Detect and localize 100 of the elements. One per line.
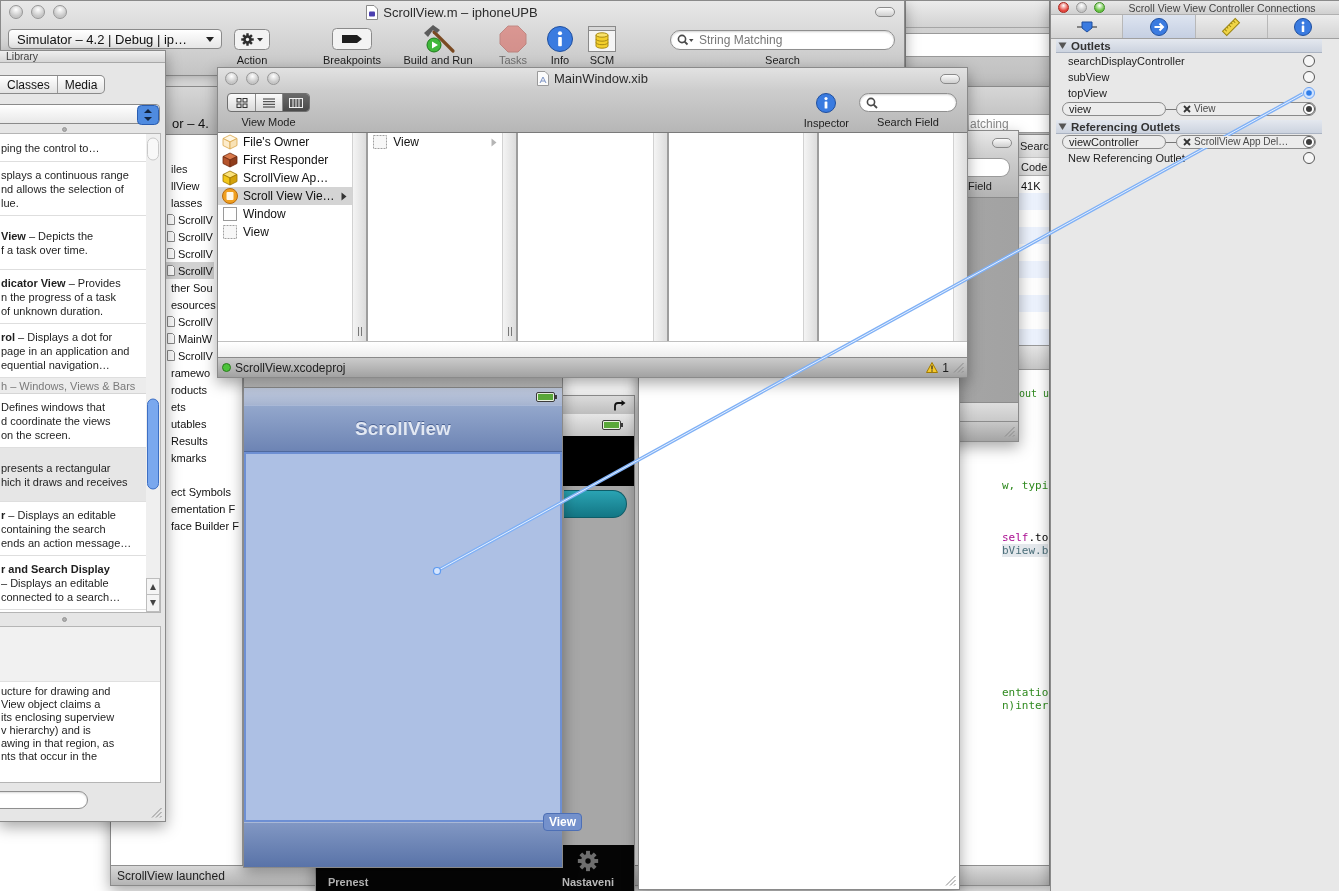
action-menu-button[interactable]: Action xyxy=(234,24,270,66)
tree-item[interactable]: ScrollV xyxy=(165,262,214,279)
inspector-tab[interactable] xyxy=(1051,15,1124,38)
browser-item[interactable]: View xyxy=(368,133,503,151)
tree-item[interactable]: roducts xyxy=(165,381,209,398)
tree-item[interactable]: utables xyxy=(165,415,208,432)
connection-endpoint-icon[interactable] xyxy=(432,566,442,576)
item-description: splays a continuous range nd allows the selection of lue. xyxy=(1,167,130,210)
close-button[interactable] xyxy=(225,72,238,85)
horizontal-scroller[interactable] xyxy=(218,341,967,357)
close-button[interactable] xyxy=(1058,2,1069,13)
outlet-circle-icon[interactable] xyxy=(1303,152,1315,164)
tree-item[interactable]: ets xyxy=(165,398,187,415)
tree-item[interactable]: ementation F xyxy=(165,500,237,517)
remove-icon[interactable] xyxy=(1183,105,1191,113)
tree-item[interactable]: ScrollV xyxy=(165,245,214,262)
tree-item[interactable]: ScrollV xyxy=(165,313,214,330)
splitter-bar[interactable] xyxy=(960,402,1018,421)
search-field[interactable] xyxy=(859,93,957,112)
splitter-handle-icon[interactable] xyxy=(62,617,67,622)
resize-grip-icon[interactable] xyxy=(953,362,964,373)
tree-item[interactable]: lasses xyxy=(165,194,204,211)
segment-tab[interactable]: Media xyxy=(56,76,105,93)
column-scroller[interactable] xyxy=(502,133,517,341)
remove-icon[interactable] xyxy=(1183,138,1191,146)
browser-item[interactable]: Scroll View Vie… xyxy=(218,187,353,205)
minimize-button[interactable] xyxy=(1076,2,1087,13)
text-field[interactable] xyxy=(906,33,1049,57)
tree-item[interactable]: Results xyxy=(165,432,209,449)
breakpoints-button[interactable]: Breakpoints xyxy=(322,24,382,66)
library-item[interactable]: presents a rectangular hich it draws and receives xyxy=(0,448,146,502)
columns-icon xyxy=(289,97,303,108)
inspector-tab[interactable] xyxy=(1123,15,1196,38)
rounded-bar[interactable] xyxy=(564,490,627,518)
document-icon xyxy=(537,71,550,86)
close-button[interactable] xyxy=(9,5,23,19)
window-icon xyxy=(222,206,238,222)
outlet-circle-icon[interactable] xyxy=(1303,71,1315,83)
filter-popup[interactable] xyxy=(0,104,160,124)
item-description: – Displays an editable connected to a search… xyxy=(1,575,122,604)
toolbar-toggle-button[interactable] xyxy=(992,138,1012,148)
segment-tab[interactable]: Classes xyxy=(0,76,57,93)
build-and-run-button[interactable]: Build and Run xyxy=(403,24,473,66)
info-button[interactable]: Info xyxy=(547,24,573,66)
minimize-button[interactable] xyxy=(31,5,45,19)
scm-button[interactable]: SCM xyxy=(588,24,616,66)
search-field[interactable] xyxy=(0,791,88,809)
toolbar-toggle-button[interactable] xyxy=(875,7,895,17)
zoom-button[interactable] xyxy=(53,5,67,19)
scrollbar[interactable] xyxy=(146,134,160,612)
inspector-tab[interactable] xyxy=(1267,15,1339,38)
scheme-popup[interactable]: or – 4. xyxy=(172,116,209,131)
outlet-circle-icon[interactable] xyxy=(1303,103,1315,115)
tab-bar-item[interactable]: Nastaveni xyxy=(562,849,614,888)
search-field[interactable] xyxy=(968,158,1010,177)
minimize-button[interactable] xyxy=(246,72,259,85)
browser-item[interactable]: File's Owner xyxy=(218,133,353,151)
tree-item[interactable]: esources xyxy=(165,296,217,313)
resize-grip-icon[interactable] xyxy=(1004,426,1015,437)
tree-item[interactable]: ScrollV xyxy=(165,228,214,245)
tree-item[interactable]: face Builder F xyxy=(165,517,240,534)
section-header[interactable]: Referencing Outlets xyxy=(1056,120,1322,134)
tree-item[interactable]: llView xyxy=(165,177,201,194)
tree-item[interactable]: ramewo xyxy=(165,364,212,381)
splitter-handle-icon[interactable] xyxy=(62,126,67,132)
column-resize-handle[interactable] xyxy=(356,327,363,336)
battery-icon xyxy=(536,391,557,402)
search-field[interactable]: String Matching xyxy=(670,30,895,50)
tree-item[interactable]: kmarks xyxy=(165,449,208,466)
section-header[interactable]: Outlets xyxy=(1056,39,1322,53)
resize-grip-icon[interactable] xyxy=(945,875,956,886)
tab-bar-item[interactable]: Prenest xyxy=(328,876,369,888)
panel-title: Library xyxy=(6,51,39,62)
tree-item[interactable]: ScrollV xyxy=(165,211,214,228)
browser-item[interactable]: Window xyxy=(218,205,353,223)
tree-item[interactable]: MainW xyxy=(165,330,214,347)
tree-item[interactable]: ScrollV xyxy=(165,347,214,364)
zoom-button[interactable] xyxy=(267,72,280,85)
tree-item[interactable]: ther Sou xyxy=(165,279,214,296)
grid-icon xyxy=(235,97,248,108)
view-mode-button[interactable] xyxy=(282,94,309,111)
outlet-circle-icon[interactable] xyxy=(1303,55,1315,67)
column-resize-handle[interactable] xyxy=(506,327,513,336)
browser-item[interactable]: ScrollView Ap… xyxy=(218,169,353,187)
cube-icon xyxy=(222,170,238,186)
resize-grip-icon[interactable] xyxy=(151,807,162,818)
column-scroller[interactable] xyxy=(352,133,367,341)
browser-item[interactable]: First Responder xyxy=(218,151,353,169)
toolbar-toggle-button[interactable] xyxy=(940,73,960,84)
zoom-button[interactable] xyxy=(1094,2,1105,13)
outlet-name: subView xyxy=(1068,71,1110,83)
item-description: View – Depicts the f a task over time. xyxy=(1,228,95,257)
splitter-bar[interactable] xyxy=(1019,345,1049,370)
browser-item[interactable]: View xyxy=(218,223,353,241)
project-name: ScrollView.xcodeproj xyxy=(235,360,346,375)
scheme-popup[interactable]: Simulator – 4.2 | Debug | ip… xyxy=(8,29,222,49)
inspector-tab[interactable] xyxy=(1195,15,1268,38)
outlet-circle-icon[interactable] xyxy=(1303,136,1315,148)
inspector-button[interactable]: Inspector xyxy=(803,93,849,129)
tree-item[interactable]: ect Symbols xyxy=(165,483,232,500)
